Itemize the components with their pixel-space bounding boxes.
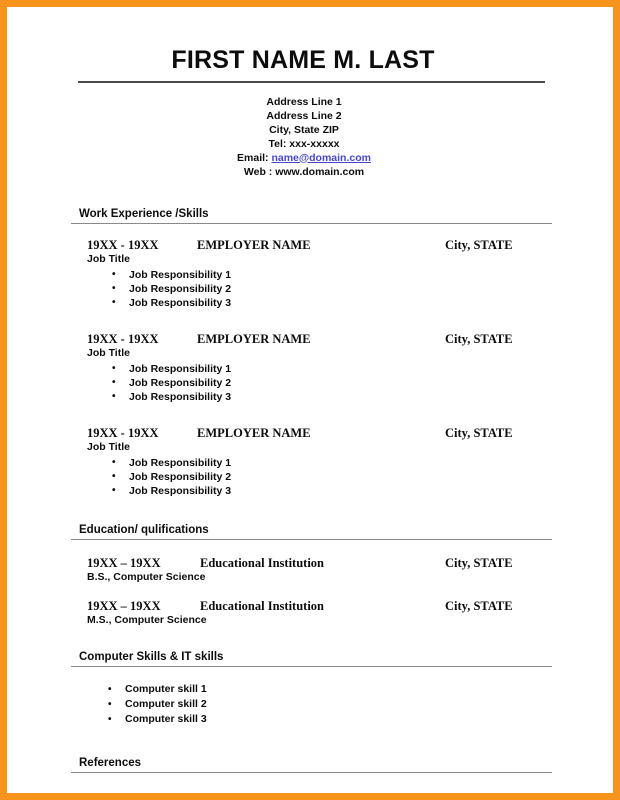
list-item: Job Responsibility 2: [79, 282, 552, 296]
list-item: Job Responsibility 1: [79, 362, 552, 376]
section-heading-work: Work Experience /Skills: [79, 207, 209, 220]
web-line: Web : www.domain.com: [7, 165, 601, 179]
work-job-title: Job Title: [87, 440, 130, 453]
section-computer-skills: Computer Skills & IT skills Computer ski…: [71, 651, 552, 727]
computer-skills-list: Computer skill 1 Computer skill 2 Comput…: [71, 682, 552, 727]
work-entry: 19XX - 19XX EMPLOYER NAME City, STATE Jo…: [71, 426, 552, 498]
resume-document: FIRST NAME M. LAST Address Line 1 Addres…: [7, 7, 613, 793]
section-divider-education: [71, 538, 552, 540]
resume-header: FIRST NAME M. LAST Address Line 1 Addres…: [7, 7, 613, 179]
work-employer: EMPLOYER NAME: [197, 237, 311, 252]
list-item: Job Responsibility 1: [79, 268, 552, 282]
list-item: Computer skill 3: [71, 712, 552, 727]
work-entry: 19XX - 19XX EMPLOYER NAME City, STATE Jo…: [71, 238, 552, 310]
work-entry: 19XX - 19XX EMPLOYER NAME City, STATE Jo…: [71, 332, 552, 404]
education-institution: Educational Institution: [200, 555, 324, 570]
contact-block: Address Line 1 Address Line 2 City, Stat…: [7, 95, 613, 179]
education-dates: 19XX – 19XX: [87, 555, 161, 570]
list-item: Job Responsibility 2: [79, 470, 552, 484]
education-institution: Educational Institution: [200, 598, 324, 613]
page-title: FIRST NAME M. LAST: [171, 46, 435, 74]
education-degree: B.S., Computer Science: [87, 570, 206, 583]
section-divider-references: [71, 771, 552, 773]
education-dates: 19XX – 19XX: [87, 598, 161, 613]
work-job-title: Job Title: [87, 346, 130, 359]
education-entry: 19XX – 19XX Educational Institution City…: [71, 599, 552, 627]
work-dates: 19XX - 19XX: [87, 331, 159, 346]
work-dates: 19XX - 19XX: [87, 425, 159, 440]
list-item: Job Responsibility 3: [79, 296, 552, 310]
email-label: Email:: [237, 151, 269, 164]
work-responsibility-list: Job Responsibility 1 Job Responsibility …: [79, 456, 552, 498]
resume-page: FIRST NAME M. LAST Address Line 1 Addres…: [7, 7, 613, 793]
list-item: Computer skill 2: [71, 697, 552, 712]
email-link[interactable]: name@domain.com: [271, 152, 371, 164]
section-heading-education: Education/ qulifications: [79, 523, 209, 536]
section-education: Education/ qulifications 19XX – 19XX Edu…: [71, 524, 552, 627]
web-label: Web :: [243, 165, 273, 178]
list-item: Job Responsibility 3: [79, 484, 552, 498]
work-entry-row: 19XX - 19XX EMPLOYER NAME City, STATE: [79, 426, 552, 440]
work-location: City, STATE: [445, 425, 513, 440]
work-job-title: Job Title: [87, 252, 130, 265]
header-divider: [78, 80, 545, 83]
section-work-experience: Work Experience /Skills 19XX - 19XX EMPL…: [71, 208, 552, 498]
section-references: References: [71, 757, 552, 773]
work-entry-row: 19XX - 19XX EMPLOYER NAME City, STATE: [79, 238, 552, 252]
work-employer: EMPLOYER NAME: [197, 425, 311, 440]
work-location: City, STATE: [445, 331, 513, 346]
work-dates: 19XX - 19XX: [87, 237, 159, 252]
work-employer: EMPLOYER NAME: [197, 331, 311, 346]
section-divider-computer-skills: [71, 665, 552, 667]
section-heading-references: References: [79, 756, 142, 769]
list-item: Job Responsibility 1: [79, 456, 552, 470]
education-degree: M.S., Computer Science: [87, 613, 207, 626]
city-state-zip: City, State ZIP: [269, 123, 339, 136]
education-location: City, STATE: [445, 555, 513, 570]
work-responsibility-list: Job Responsibility 1 Job Responsibility …: [79, 362, 552, 404]
education-location: City, STATE: [445, 598, 513, 613]
email-line: Email: name@domain.com: [7, 151, 601, 165]
list-item: Job Responsibility 3: [79, 390, 552, 404]
section-divider-work: [71, 222, 552, 224]
work-entry-row: 19XX - 19XX EMPLOYER NAME City, STATE: [79, 332, 552, 346]
education-entry-row: 19XX – 19XX Educational Institution City…: [79, 556, 552, 570]
education-entry-row: 19XX – 19XX Educational Institution City…: [79, 599, 552, 613]
education-entry: 19XX – 19XX Educational Institution City…: [71, 556, 552, 584]
web-value: www.domain.com: [275, 165, 365, 178]
list-item: Job Responsibility 2: [79, 376, 552, 390]
section-heading-computer-skills: Computer Skills & IT skills: [79, 650, 224, 663]
work-location: City, STATE: [445, 237, 513, 252]
list-item: Computer skill 1: [71, 682, 552, 697]
address-line-1: Address Line 1: [266, 95, 342, 108]
telephone: Tel: xxx-xxxxx: [268, 137, 340, 150]
work-responsibility-list: Job Responsibility 1 Job Responsibility …: [79, 268, 552, 310]
address-line-2: Address Line 2: [266, 109, 342, 122]
